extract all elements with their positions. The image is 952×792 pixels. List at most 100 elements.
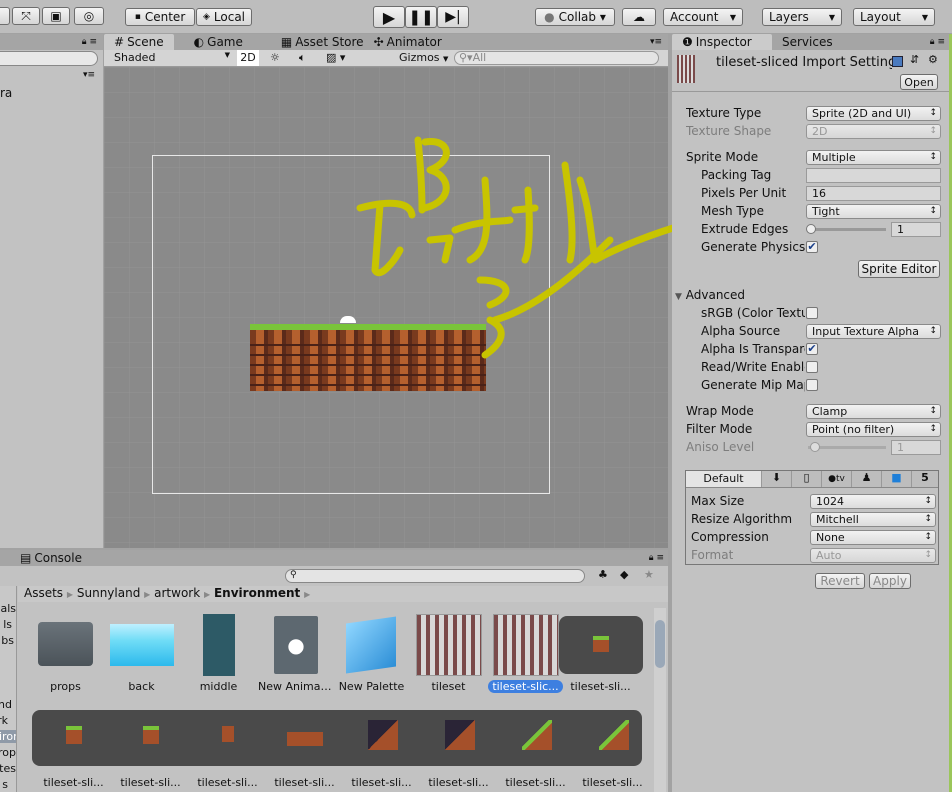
tree-item[interactable]: s [2, 778, 8, 791]
transform-tool-button[interactable] [0, 7, 10, 25]
breadcrumb-environment[interactable]: Environment [214, 586, 300, 600]
texture-type-dropdown[interactable]: Sprite (2D and UI) [806, 105, 941, 121]
tab-asset-store[interactable]: ▦ Asset Store [271, 34, 374, 50]
tab-platform-webgl[interactable]: 5 [911, 471, 938, 487]
mip-maps-checkbox[interactable] [806, 379, 818, 391]
hierarchy-search[interactable] [0, 51, 98, 66]
effects-dropdown[interactable]: ▨ ▾ [326, 51, 345, 64]
tab-game[interactable]: ◐ Game [184, 34, 253, 50]
menu-icon[interactable]: ▾≡ [83, 70, 95, 80]
project-search-input[interactable]: ⚲ [285, 569, 585, 583]
cloud-icon: ☁ [633, 10, 645, 24]
sprite-thumbnail [66, 726, 82, 744]
tree-item[interactable]: nd [0, 698, 12, 711]
hierarchy-panel: 🔒︎ ≡ ▾≡ ra [0, 34, 103, 548]
tab-platform-ios[interactable]: ▯ [791, 471, 821, 487]
tab-platform-standalone[interactable]: ⬇ [761, 471, 791, 487]
tab-animator[interactable]: ✣ Animator [364, 34, 452, 50]
lock-icon[interactable]: 🔒︎ ≡ [649, 553, 664, 563]
lock-icon[interactable]: 🔒︎ ≡ [930, 37, 945, 47]
tree-item[interactable]: rials [0, 602, 16, 615]
transform-icon: ◎ [83, 9, 95, 23]
breadcrumb-sunnyland[interactable]: Sunnyland [77, 586, 140, 600]
step-button[interactable]: ▶| [437, 6, 469, 28]
packing-tag-input[interactable] [806, 167, 941, 183]
rect-tool-button[interactable]: ▣ [42, 7, 70, 25]
tab-platform-default[interactable]: Default [686, 471, 761, 487]
revert-button[interactable]: Revert [815, 573, 865, 589]
read-write-checkbox[interactable] [806, 361, 818, 373]
breadcrumb-assets[interactable]: Assets [24, 586, 63, 600]
transform-all-button[interactable]: ◎ [74, 7, 104, 25]
tab-inspector[interactable]: ❶ Inspector [672, 34, 772, 50]
html5-icon: 5 [921, 471, 929, 484]
cloud-button[interactable]: ☁ [622, 8, 656, 26]
collab-dropdown[interactable]: ● Collab ▾ [535, 8, 615, 26]
favorite-icon[interactable]: ★ [644, 568, 654, 581]
tab-platform-android[interactable]: ♟ [851, 471, 881, 487]
filter-mode-dropdown[interactable]: Point (no filter) [806, 421, 941, 437]
pacman-icon: ◐ [193, 35, 205, 49]
2d-toggle[interactable]: 2D [237, 50, 259, 66]
compression-dropdown[interactable]: None [810, 529, 936, 545]
sprite-thumbnail [445, 720, 475, 750]
srgb-checkbox[interactable] [806, 307, 818, 319]
play-button[interactable]: ▶ [373, 6, 405, 28]
resize-dropdown[interactable]: Mitchell [810, 511, 936, 527]
alpha-transparency-checkbox[interactable]: ✔ [806, 343, 818, 355]
layout-dropdown[interactable]: Layout ▼ [853, 8, 935, 26]
scene-search-input[interactable]: ⚲▾All [454, 51, 659, 65]
breadcrumb: Assets ▶ Sunnyland ▶ artwork ▶ Environme… [18, 586, 668, 602]
format-dropdown: Auto [810, 547, 936, 563]
pivot-local-button[interactable]: ◈ Local [196, 8, 252, 26]
tab-services[interactable]: Services [772, 34, 843, 50]
sprite-mode-dropdown[interactable]: Multiple [806, 149, 941, 165]
layers-dropdown[interactable]: Layers ▼ [762, 8, 842, 26]
shading-dropdown[interactable]: Shaded ▼ [114, 51, 232, 64]
gizmos-dropdown[interactable]: Gizmos ▼ [399, 51, 448, 64]
lock-icon[interactable]: 🔒︎ ≡ [82, 37, 97, 47]
open-button[interactable]: Open [900, 74, 938, 90]
tree-item[interactable]: bs [1, 634, 14, 647]
tree-item[interactable]: ites [0, 762, 16, 775]
tab-platform-windows[interactable]: ■ [881, 471, 911, 487]
max-size-dropdown[interactable]: 1024 [810, 493, 936, 509]
tab-platform-tvos[interactable]: ●tv [821, 471, 851, 487]
tree-item[interactable]: ls [3, 618, 12, 631]
account-dropdown[interactable]: Account ▼ [663, 8, 743, 26]
wrap-mode-dropdown[interactable]: Clamp [806, 403, 941, 419]
mesh-type-dropdown[interactable]: Tight [806, 203, 941, 219]
windows-icon: ■ [891, 471, 902, 484]
pivot-center-button[interactable]: ▪ Center [125, 8, 195, 26]
sprite-editor-button[interactable]: Sprite Editor [858, 260, 940, 278]
pixels-per-unit-input[interactable]: 16 [806, 185, 941, 201]
preset-icon[interactable]: ⇵ [910, 53, 919, 66]
tab-console[interactable]: ▤ Console [10, 550, 92, 566]
pause-button[interactable]: ❚❚ [405, 6, 437, 28]
scale-tool-button[interactable]: ⤧ [12, 7, 40, 25]
gear-icon[interactable]: ⚙ [928, 53, 938, 66]
extrude-edges-input[interactable]: 1 [891, 221, 941, 237]
tree-item[interactable]: rop [0, 746, 16, 759]
filter-label-icon[interactable]: ◆ [620, 568, 628, 581]
texture-type-label: Texture Type [686, 106, 762, 120]
hierarchy-item[interactable]: ra [0, 86, 12, 100]
sprite-thumbnail [522, 720, 552, 750]
tab-scene[interactable]: # Scene [104, 34, 174, 50]
menu-icon[interactable]: ▾≡ [650, 37, 662, 47]
help-icon[interactable] [892, 56, 903, 67]
tree-item-selected[interactable]: iron [0, 730, 16, 743]
audio-toggle[interactable]: 🔈︎ [299, 51, 306, 65]
extrude-edges-slider[interactable] [806, 224, 886, 234]
breadcrumb-artwork[interactable]: artwork [154, 586, 200, 600]
tree-item[interactable]: rk [0, 714, 8, 727]
alpha-source-dropdown[interactable]: Input Texture Alpha [806, 323, 941, 339]
phone-icon: ▯ [803, 471, 810, 484]
scrollbar[interactable] [654, 608, 666, 792]
advanced-foldout[interactable]: ▼ Advanced [675, 288, 745, 302]
generate-physics-checkbox[interactable]: ✔ [806, 241, 818, 253]
lighting-toggle[interactable]: ☼ [270, 51, 280, 64]
apply-button[interactable]: Apply [869, 573, 911, 589]
filter-type-icon[interactable]: ♣ [598, 568, 608, 581]
alpha-source-label: Alpha Source [701, 324, 781, 338]
